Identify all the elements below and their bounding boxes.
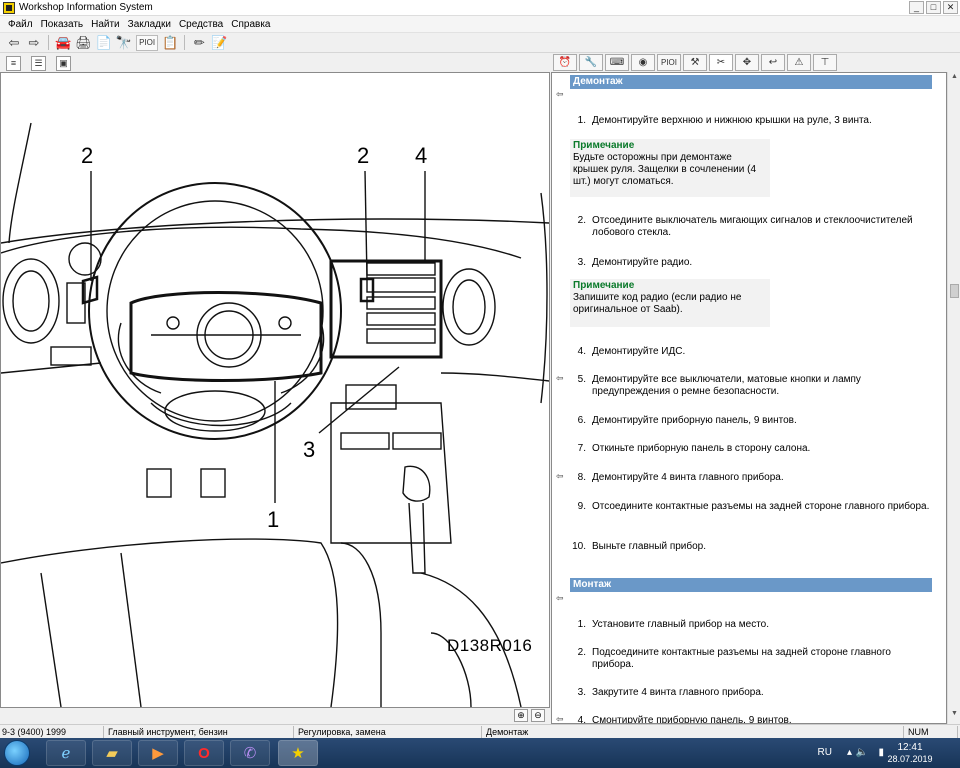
clock-time[interactable]: 12:41 <box>880 742 940 753</box>
toolbar-separator <box>48 35 49 50</box>
tray-arrow-icon[interactable]: ▴ <box>847 747 852 758</box>
tab-repair-icon[interactable]: ✂ <box>709 54 733 71</box>
note-title: Примечание <box>573 140 635 151</box>
back-arrow-icon[interactable]: ⇦ <box>6 35 22 51</box>
menu-bar: Файл Показать Найти Закладки Средства Сп… <box>0 16 960 33</box>
note-title: Примечание <box>573 280 635 291</box>
print-icon[interactable]: 🖨 <box>75 35 92 51</box>
clipboard-icon[interactable]: 📋 <box>162 35 178 51</box>
toolbar-separator <box>184 35 186 50</box>
status-bar: 9-3 (9400) 1999 Главный инструмент, бенз… <box>0 724 960 738</box>
document-tabs: ⏰ 🔧 ⌨ ◉ PIOI ⚒ ✂ ✥ ↩ ⚠ ⊤ <box>551 54 960 72</box>
viber-icon[interactable]: ✆ <box>230 740 270 766</box>
taskbar: ℯ ▰ ▶ O ✆ ★ RU ▴ 🔈 ▮ 12:41 28.07.2019 <box>0 738 960 768</box>
note-box: Примечание Будьте осторожны при демонтаж… <box>570 139 770 197</box>
app-logo-icon <box>3 1 15 14</box>
status-component: Главный инструмент, бензин <box>106 726 294 738</box>
tab-pioi[interactable]: PIOI <box>657 54 681 71</box>
menu-help[interactable]: Справка <box>227 19 274 30</box>
minimize-button[interactable]: _ <box>909 1 924 14</box>
title-bar: Workshop Information System _ □ ✕ <box>0 0 960 16</box>
tab-code-icon[interactable]: ⌨ <box>605 54 629 71</box>
car-icon[interactable]: 🚘 <box>55 35 71 51</box>
list-view-icon[interactable]: ☰ <box>31 55 46 71</box>
menu-find[interactable]: Найти <box>87 19 124 30</box>
note-text: Запишите код радио (если радио не оригин… <box>573 292 742 315</box>
diagram-id: D138R016 <box>447 636 533 655</box>
status-document: Демонтаж <box>484 726 904 738</box>
callout-label: 2 <box>357 143 370 168</box>
forward-arrow-icon[interactable]: ⇨ <box>26 35 42 51</box>
status-category: Регулировка, замена <box>296 726 482 738</box>
tab-return-icon[interactable]: ↩ <box>761 54 785 71</box>
link-arrow-icon[interactable]: ⇦ <box>556 89 568 100</box>
image-toolbar: ≡ ☰ ▣ <box>0 54 550 72</box>
section-header-mount: Монтаж <box>570 578 932 592</box>
tab-wrench-icon[interactable]: 🔧 <box>579 54 603 71</box>
link-arrow-icon[interactable]: ⇦ <box>556 714 564 723</box>
opera-browser-icon[interactable]: O <box>184 740 224 766</box>
note-text: Будьте осторожны при демонтаже крышек ру… <box>573 152 757 187</box>
start-button-icon[interactable] <box>4 740 30 766</box>
menu-view[interactable]: Показать <box>37 19 88 30</box>
document-icon[interactable]: 📄 <box>96 35 112 51</box>
callout-label: 1 <box>267 507 280 532</box>
note-icon[interactable]: 📝 <box>211 35 227 51</box>
pioi-button[interactable]: PIOI <box>136 34 159 51</box>
pencil-icon[interactable]: ✏ <box>191 35 207 51</box>
tab-alarm-icon[interactable]: ⏰ <box>553 54 577 71</box>
status-num: NUM <box>906 726 958 738</box>
link-arrow-icon[interactable]: ⇦ <box>556 593 568 604</box>
window-title: Workshop Information System <box>19 2 153 13</box>
callout-label: 3 <box>303 437 316 462</box>
tab-gauge-icon[interactable]: ◉ <box>631 54 655 71</box>
tab-shirt-icon[interactable]: ⊤ <box>813 54 837 71</box>
binoculars-icon[interactable]: 🔭 <box>116 35 132 51</box>
link-arrow-icon[interactable]: ⇦ <box>556 373 564 384</box>
application-window: Workshop Information System _ □ ✕ Файл П… <box>0 0 960 768</box>
menu-bookmarks[interactable]: Закладки <box>124 19 175 30</box>
zoom-in-icon[interactable]: ⊕ <box>514 709 528 722</box>
scroll-up-icon[interactable]: ▲ <box>949 73 960 84</box>
tree-view-icon[interactable]: ≡ <box>6 55 21 71</box>
text-scrollbar[interactable]: ▲ ▼ <box>947 72 960 724</box>
link-arrow-icon[interactable]: ⇦ <box>556 471 564 482</box>
section-header-dismount: Демонтаж <box>570 75 932 89</box>
tab-move-icon[interactable]: ✥ <box>735 54 759 71</box>
ie-browser-icon[interactable]: ℯ <box>46 740 86 766</box>
window-controls: _ □ ✕ <box>909 1 958 14</box>
workshop-app-icon[interactable]: ★ <box>278 740 318 766</box>
procedure-text-pane: Демонтаж ⇦ 1. Демонтируйте верхнюю и нижн… <box>551 72 947 724</box>
scroll-thumb[interactable] <box>950 284 959 298</box>
language-indicator[interactable]: RU <box>818 747 832 758</box>
zoom-controls: ⊕ ⊖ <box>0 708 550 724</box>
tab-warning-icon[interactable]: ⚠ <box>787 54 811 71</box>
maximize-button[interactable]: □ <box>926 1 941 14</box>
menu-tools[interactable]: Средства <box>175 19 227 30</box>
diagram-pane: D138R016 2 2 4 3 1 <box>0 72 550 708</box>
callout-label: 4 <box>415 143 428 168</box>
zoom-out-icon[interactable]: ⊖ <box>531 709 545 722</box>
clock-date[interactable]: 28.07.2019 <box>880 754 940 764</box>
tab-tools-icon[interactable]: ⚒ <box>683 54 707 71</box>
speaker-icon[interactable]: 🔈 <box>856 747 868 758</box>
status-vehicle: 9-3 (9400) 1999 <box>0 726 104 738</box>
image-view-icon[interactable]: ▣ <box>56 55 71 71</box>
media-player-icon[interactable]: ▶ <box>138 740 178 766</box>
scroll-down-icon[interactable]: ▼ <box>949 710 960 721</box>
menu-file[interactable]: Файл <box>4 19 37 30</box>
main-toolbar: ⇦ ⇨ 🚘 🖨 📄 🔭 PIOI 📋 ✏ 📝 <box>0 33 960 53</box>
note-box: Примечание Запишите код радио (если ради… <box>570 279 770 327</box>
callout-label: 2 <box>81 143 94 168</box>
folder-icon[interactable]: ▰ <box>92 740 132 766</box>
close-button[interactable]: ✕ <box>943 1 958 14</box>
